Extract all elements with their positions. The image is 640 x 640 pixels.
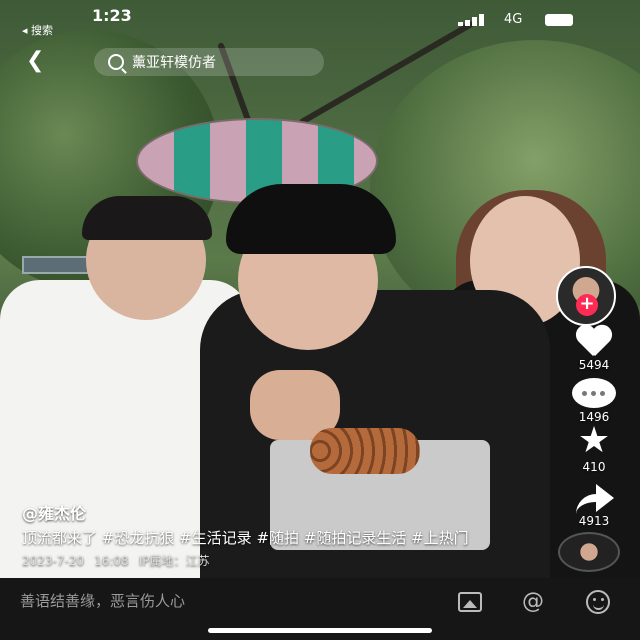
search-icon [108,54,124,70]
follow-plus-icon[interactable]: + [576,294,598,316]
ip-location: IP属地：江苏 [138,554,210,568]
share-count: 4913 [578,514,610,528]
post-time: 16:08 [94,554,129,568]
like-count: 5494 [578,358,610,372]
status-bar: ◂ 搜索 1:23 4G [0,0,640,40]
favorite-button[interactable]: ★ 410 [556,420,632,475]
chevron-left-icon[interactable]: ❮ [26,50,50,74]
signal-icon [458,14,492,26]
music-disc[interactable] [558,532,620,572]
clock: 1:23 [92,6,132,25]
star-icon: ★ [577,420,611,461]
comment-input[interactable]: 善语结善缘，恶言伤人心 [20,590,185,611]
emoji-icon[interactable] [586,590,610,614]
author-name[interactable]: @雍杰伦 [22,500,492,524]
favorite-count: 410 [582,460,606,474]
video-frame[interactable] [0,0,640,578]
man-left-hair [82,196,212,240]
back-to-search-link[interactable]: ◂ 搜索 [22,22,53,38]
home-indicator[interactable] [208,628,432,633]
heart-icon [575,324,613,356]
comment-button[interactable]: 1496 [556,378,632,424]
like-button[interactable]: 5494 [556,324,632,372]
search-text: 薰亚轩模仿者 [132,55,216,71]
video-caption: @雍杰伦 顶流都来了 #恐龙抗狼 #生活记录 #随拍 #随拍记录生活 #上热门 … [22,500,492,569]
at-icon[interactable]: @ [520,590,546,616]
image-icon[interactable] [458,592,482,612]
post-date: 2023-7-20 [22,554,85,568]
search-bar[interactable]: 薰亚轩模仿者 [94,48,324,76]
post-meta: 2023-7-20 16:08 IP属地：江苏 [22,552,492,569]
share-button[interactable]: 4913 [556,482,632,528]
man-center-hair [226,184,396,254]
battery-icon [545,14,573,26]
share-arrow-icon [574,482,614,512]
description-text[interactable]: 顶流都来了 #恐龙抗狼 #生活记录 #随拍 #随拍记录生活 #上热门 [22,528,492,548]
bead-bracelet [310,428,420,474]
network-type: 4G [504,12,523,27]
comment-bubble-icon [572,378,616,408]
